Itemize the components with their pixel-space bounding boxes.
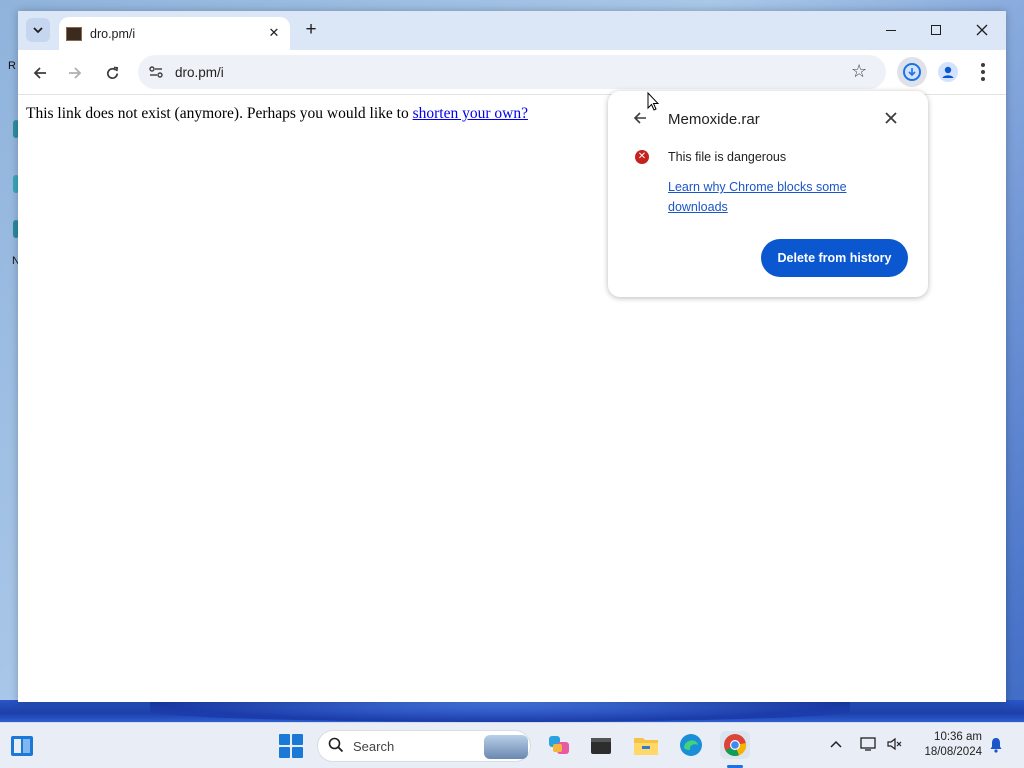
address-bar[interactable]: dro.pm/i ☆: [138, 55, 886, 89]
tab-title: dro.pm/i: [90, 27, 136, 41]
title-bar: dro.pm/i ✕ +: [18, 11, 1006, 50]
minimize-icon: [886, 29, 896, 31]
learn-why-link[interactable]: Learn why Chrome blocks some downloads: [668, 177, 878, 217]
page-message-text: This link does not exist (anymore). Perh…: [26, 105, 413, 122]
danger-icon: ✕: [635, 150, 649, 164]
search-highlight-image: [484, 735, 528, 759]
favicon-icon: [66, 27, 82, 41]
maximize-button[interactable]: [922, 19, 950, 41]
download-icon: [903, 63, 921, 81]
network-icon[interactable]: [860, 736, 878, 752]
reload-icon: [106, 66, 118, 79]
downloads-button[interactable]: [897, 57, 927, 87]
desktop-icon-label-fragment: R: [8, 60, 16, 72]
taskbar: Search 10:36 am 18/08/2024: [0, 722, 1024, 768]
desktop-wallpaper: [0, 700, 1024, 722]
tab-close-icon[interactable]: ✕: [265, 24, 283, 42]
download-bubble: Memoxide.rar ✕ This file is dangerous Le…: [608, 91, 928, 297]
chevron-up-icon[interactable]: [830, 736, 842, 751]
url-text[interactable]: dro.pm/i: [175, 65, 224, 80]
chevron-down-icon: [33, 27, 43, 33]
forward-button[interactable]: [64, 62, 86, 84]
close-icon: [976, 24, 988, 36]
tab-active[interactable]: dro.pm/i ✕: [59, 17, 290, 50]
bookmark-star-icon[interactable]: ☆: [851, 61, 867, 82]
profile-avatar-icon: [938, 62, 958, 82]
shorten-link[interactable]: shorten your own?: [413, 105, 528, 122]
delete-from-history-button[interactable]: Delete from history: [761, 239, 908, 277]
close-window-button[interactable]: [968, 19, 996, 41]
reload-button[interactable]: [101, 62, 123, 84]
tab-search-button[interactable]: [26, 18, 50, 42]
search-icon: [328, 737, 344, 758]
more-menu-icon[interactable]: [976, 60, 990, 84]
search-placeholder: Search: [353, 739, 395, 754]
clock-date: 18/08/2024: [924, 746, 982, 758]
browser-toolbar: dro.pm/i ☆: [18, 50, 1006, 95]
clock[interactable]: 10:36 am 18/08/2024: [912, 730, 982, 760]
back-arrow-icon[interactable]: [633, 110, 647, 130]
maximize-icon: [931, 25, 941, 35]
arrow-right-icon: [69, 67, 82, 79]
terminal-icon[interactable]: [587, 731, 615, 759]
clock-time: 10:36 am: [934, 731, 982, 743]
file-explorer-icon[interactable]: [632, 731, 660, 759]
copilot-icon[interactable]: [545, 731, 573, 759]
volume-muted-icon[interactable]: [886, 736, 904, 752]
close-icon[interactable]: [885, 109, 897, 129]
chrome-icon[interactable]: [720, 731, 750, 759]
start-button[interactable]: [279, 734, 303, 758]
site-info-icon[interactable]: [148, 64, 164, 80]
download-filename: Memoxide.rar: [668, 111, 760, 128]
notification-bell-icon[interactable]: [988, 737, 1004, 753]
page-message: This link does not exist (anymore). Perh…: [26, 105, 528, 123]
taskbar-search[interactable]: Search: [317, 730, 531, 762]
widgets-icon[interactable]: [10, 735, 34, 757]
danger-status: This file is dangerous: [668, 150, 787, 164]
mouse-cursor-icon: [647, 92, 659, 111]
arrow-left-icon: [33, 67, 46, 79]
edge-icon[interactable]: [677, 731, 705, 759]
profile-button[interactable]: [936, 60, 960, 84]
back-button[interactable]: [29, 62, 51, 84]
new-tab-button[interactable]: +: [300, 20, 322, 42]
minimize-button[interactable]: [877, 19, 905, 41]
